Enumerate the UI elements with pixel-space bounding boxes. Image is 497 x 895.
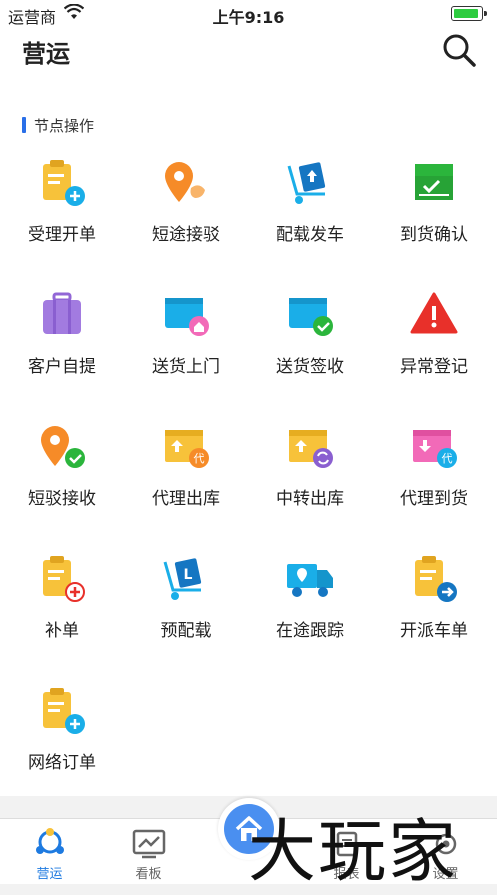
grid-item-label: 中转出库: [276, 489, 344, 509]
grid-item-label: 配载发车: [276, 225, 344, 245]
hand-truck-box-icon: [285, 158, 335, 208]
clipboard-plus-icon: [37, 554, 87, 604]
grid-item-label: 代理到货: [400, 489, 468, 509]
location-handoff-icon: [161, 158, 211, 208]
clipboard-add-icon: [37, 686, 87, 736]
package-check-icon: [409, 158, 459, 208]
grid-item-supplement-order[interactable]: 补单: [0, 554, 124, 686]
grid-item-label: 送货签收: [276, 357, 344, 377]
section-header: 节点操作: [22, 116, 95, 135]
grid-item-label: 在途跟踪: [276, 621, 344, 641]
grid-item-transfer-receive[interactable]: 短驳接收: [0, 422, 124, 554]
grid-item-load-depart[interactable]: 配载发车: [248, 158, 372, 290]
grid-item-home-delivery[interactable]: 送货上门: [124, 290, 248, 422]
section-title: 节点操作: [34, 116, 95, 135]
grid-item-agent-arrival[interactable]: 代 代理到货: [372, 422, 496, 554]
grid-item-self-pickup[interactable]: 客户自提: [0, 290, 124, 422]
box-agent-out-icon: 代: [161, 422, 211, 472]
grid-item-pre-load[interactable]: L 预配载: [124, 554, 248, 686]
folder-check-icon: [285, 290, 335, 340]
battery-icon: [451, 6, 487, 21]
watermark-text: 大玩家: [248, 813, 459, 892]
main-content: 节点操作 受理开单 短途接驳 配载发车 到货确认 客户自提 送货上门 送货签收 …: [0, 74, 497, 796]
svg-text:代: 代: [442, 452, 453, 465]
svg-text:L: L: [184, 567, 193, 583]
tab-dashboard[interactable]: 看板: [99, 827, 198, 883]
grid-item-delivery-sign[interactable]: 送货签收: [248, 290, 372, 422]
grid-item-exception-register[interactable]: 异常登记: [372, 290, 496, 422]
grid-item-transit-outbound[interactable]: 中转出库: [248, 422, 372, 554]
grid-item-label: 补单: [45, 621, 79, 641]
delivery-truck-icon: [285, 554, 335, 604]
clipboard-arrow-icon: [409, 554, 459, 604]
nav-bar: 营运: [0, 28, 497, 74]
warning-icon: [409, 290, 459, 340]
grid-item-label: 异常登记: [400, 357, 468, 377]
box-transfer-icon: [285, 422, 335, 472]
tab-operations[interactable]: 营运: [0, 827, 99, 883]
grid-item-label: 送货上门: [152, 357, 220, 377]
clipboard-add-icon: [37, 158, 87, 208]
box-agent-in-icon: 代: [409, 422, 459, 472]
grid-item-label: 到货确认: [400, 225, 468, 245]
hand-truck-l-icon: L: [161, 554, 211, 604]
grid-item-label: 短驳接收: [28, 489, 96, 509]
grid-item-agent-outbound[interactable]: 代 代理出库: [124, 422, 248, 554]
dashboard-icon: [99, 827, 198, 861]
grid-item-dispatch-order[interactable]: 开派车单: [372, 554, 496, 686]
operations-icon: [0, 827, 99, 861]
grid-item-label: 受理开单: [28, 225, 96, 245]
search-icon[interactable]: [441, 32, 477, 72]
grid-item-label: 代理出库: [152, 489, 220, 509]
grid-item-label: 预配载: [160, 621, 212, 641]
grid-item-label: 客户自提: [28, 357, 96, 377]
grid-item-arrival-confirm[interactable]: 到货确认: [372, 158, 496, 290]
location-check-icon: [37, 422, 87, 472]
folder-home-icon: [161, 290, 211, 340]
grid-item-short-transfer[interactable]: 短途接驳: [124, 158, 248, 290]
luggage-icon: [37, 290, 87, 340]
grid-item-label: 短途接驳: [152, 225, 220, 245]
grid-item-label: 网络订单: [28, 753, 96, 773]
grid-item-in-transit-track[interactable]: 在途跟踪: [248, 554, 372, 686]
svg-text:代: 代: [194, 452, 205, 465]
tab-label: 营运: [36, 867, 63, 882]
status-bar: 运营商 上午9:16: [0, 0, 497, 28]
grid-item-network-order[interactable]: 网络订单: [0, 686, 124, 818]
tab-label: 看板: [135, 867, 162, 882]
clock: 上午9:16: [212, 8, 285, 27]
page-title: 营运: [22, 40, 70, 68]
grid-item-label: 开派车单: [400, 621, 468, 641]
grid-item-accept-order[interactable]: 受理开单: [0, 158, 124, 290]
